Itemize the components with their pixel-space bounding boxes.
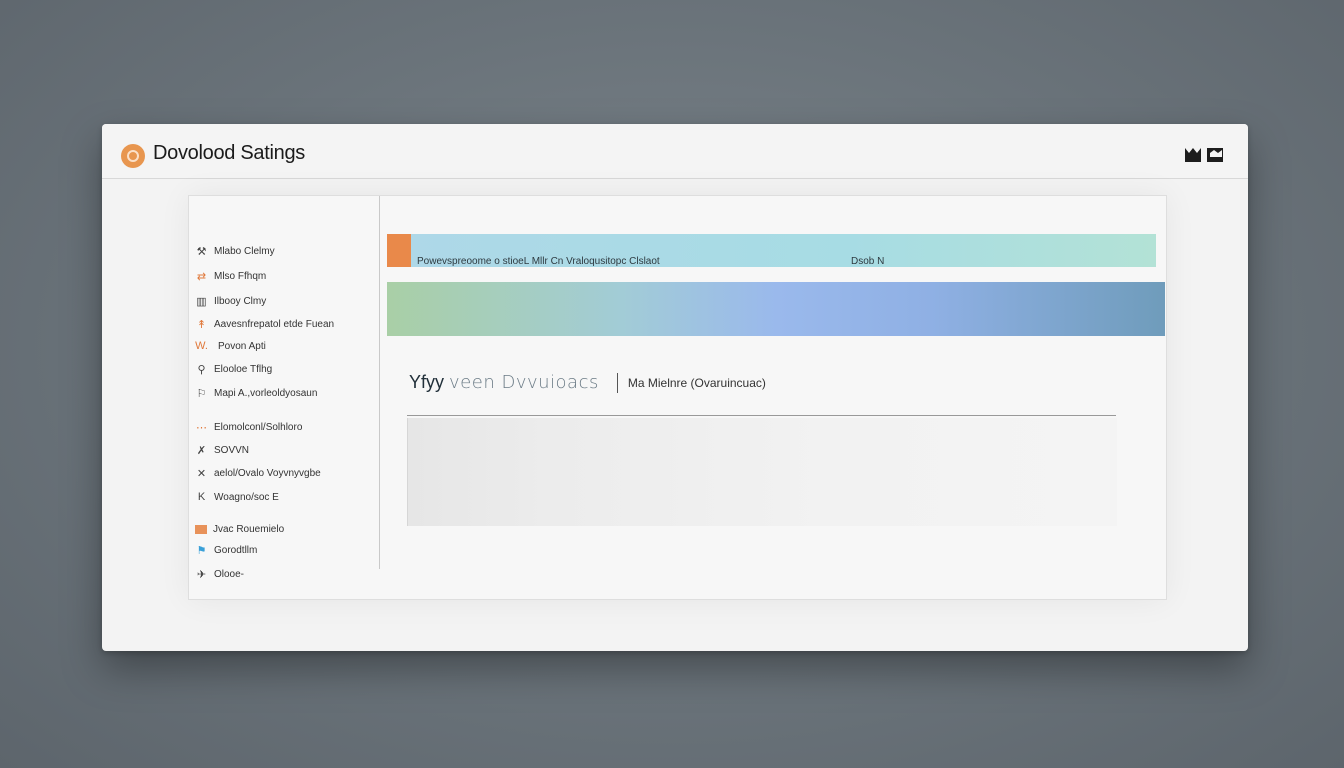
progress-accent	[387, 234, 411, 267]
settings-panel: ⚒ Mlabo Clelmy ⇄ Mlso Ffhqm ▥ Ilbooy Clm…	[188, 195, 1167, 600]
marker-icon: ⚐	[196, 387, 207, 400]
sidebar-item[interactable]: ⚒ Mlabo Clelmy	[195, 243, 275, 259]
app-logo-icon	[121, 144, 145, 168]
tool-icon: ⚒	[196, 245, 207, 258]
sidebar-item-label: Olooe-	[214, 568, 245, 580]
sidebar-item[interactable]: ⚲ Elooloe Tflhg	[195, 361, 272, 377]
cross-icon: ✕	[196, 467, 207, 480]
window-title: Dovolood Satings	[153, 142, 305, 164]
transfer-icon: ⇄	[196, 270, 207, 283]
sidebar-item[interactable]: ⚑ Gorodtllm	[195, 542, 258, 558]
main-content: Powevspreoome o stioeL Mllr Cn Vraloqusi…	[387, 196, 1166, 599]
pin-icon: ↟	[196, 318, 207, 331]
heading-divider	[616, 372, 618, 393]
sidebar-item[interactable]: ✗ SOVVN	[195, 442, 249, 458]
section-heading: Yfyy veen Dvvuioacs Ma Mielnre (Ovaruinc…	[409, 372, 766, 393]
progress-status: Dsob N	[851, 256, 885, 267]
window-icon[interactable]	[1206, 144, 1224, 164]
progress-text: Powevspreoome o stioeL Mllr Cn Vraloqusi…	[417, 256, 660, 267]
sidebar-item-label: Elooloe Tflhg	[214, 363, 273, 375]
sidebar: ⚒ Mlabo Clelmy ⇄ Mlso Ffhqm ▥ Ilbooy Clm…	[189, 196, 380, 581]
tick-icon: ✗	[196, 444, 207, 457]
minimize-icon[interactable]	[1184, 144, 1202, 164]
k-icon: K	[197, 491, 206, 503]
heading-main: Yfyy	[409, 372, 445, 392]
window-controls	[1184, 144, 1224, 164]
sidebar-item-label: SOVVN	[214, 444, 250, 456]
sidebar-item-label: Aavesnfrepatol etde Fuean	[214, 318, 335, 330]
wave-icon: W.	[195, 340, 208, 352]
sidebar-item-label: Gorodtllm	[214, 544, 258, 556]
sidebar-item[interactable]: Jvac Rouemielo	[195, 521, 284, 537]
sidebar-item-label: Mapi A.,vorleoldyosaun	[214, 387, 318, 399]
sidebar-item[interactable]: ⚐ Mapi A.,vorleoldyosaun	[195, 385, 318, 401]
sidebar-item[interactable]: ⇄ Mlso Ffhqm	[195, 268, 266, 284]
settings-window: Dovolood Satings ⚒ Mlabo Clelmy ⇄ Mlso F…	[102, 124, 1248, 651]
download-progress-bar: Powevspreoome o stioeL Mllr Cn Vraloqusi…	[387, 234, 1156, 267]
grid-icon: ▥	[196, 295, 207, 308]
sidebar-item-label: Ilbooy Clmy	[214, 295, 267, 307]
title-bar: Dovolood Satings	[102, 124, 1248, 179]
sidebar-item[interactable]: ↟ Aavesnfrepatol etde Fuean	[195, 316, 334, 332]
folder-icon	[195, 524, 207, 534]
sidebar-item-label: Mlabo Clelmy	[214, 245, 275, 257]
dots-icon: ⋯	[196, 421, 207, 434]
divider	[407, 415, 1116, 416]
sidebar-item[interactable]: W. Povon Apti	[195, 338, 266, 354]
filter-icon: ⚲	[197, 363, 206, 376]
flag-icon: ⚑	[196, 544, 207, 557]
settings-text-area[interactable]	[407, 418, 1117, 526]
sidebar-item[interactable]: K Woagno/soc E	[195, 489, 279, 505]
sidebar-item[interactable]: ▥ Ilbooy Clmy	[195, 293, 266, 309]
sidebar-item[interactable]: ✕ aelol/Ovalo Voyvnyvgbe	[195, 465, 321, 481]
sidebar-item-label: Woagno/soc E	[214, 491, 279, 503]
sidebar-item[interactable]: ✈ Olooe-	[195, 566, 244, 582]
sidebar-item-label: Mlso Ffhqm	[214, 270, 267, 282]
gradient-banner	[387, 282, 1165, 336]
heading-light: veen Dvvuioacs	[449, 372, 599, 393]
sidebar-item-label: Povon Apti	[218, 340, 266, 352]
sidebar-item-label: Elomolconl/Solhloro	[214, 421, 303, 433]
sidebar-item[interactable]: ⋯ Elomolconl/Solhloro	[195, 419, 302, 435]
sidebar-item-label: aelol/Ovalo Voyvnyvgbe	[214, 467, 321, 479]
heading-subtitle: Ma Mielnre (Ovaruincuac)	[627, 375, 766, 390]
plane-icon: ✈	[196, 568, 207, 581]
sidebar-item-label: Jvac Rouemielo	[213, 523, 285, 535]
